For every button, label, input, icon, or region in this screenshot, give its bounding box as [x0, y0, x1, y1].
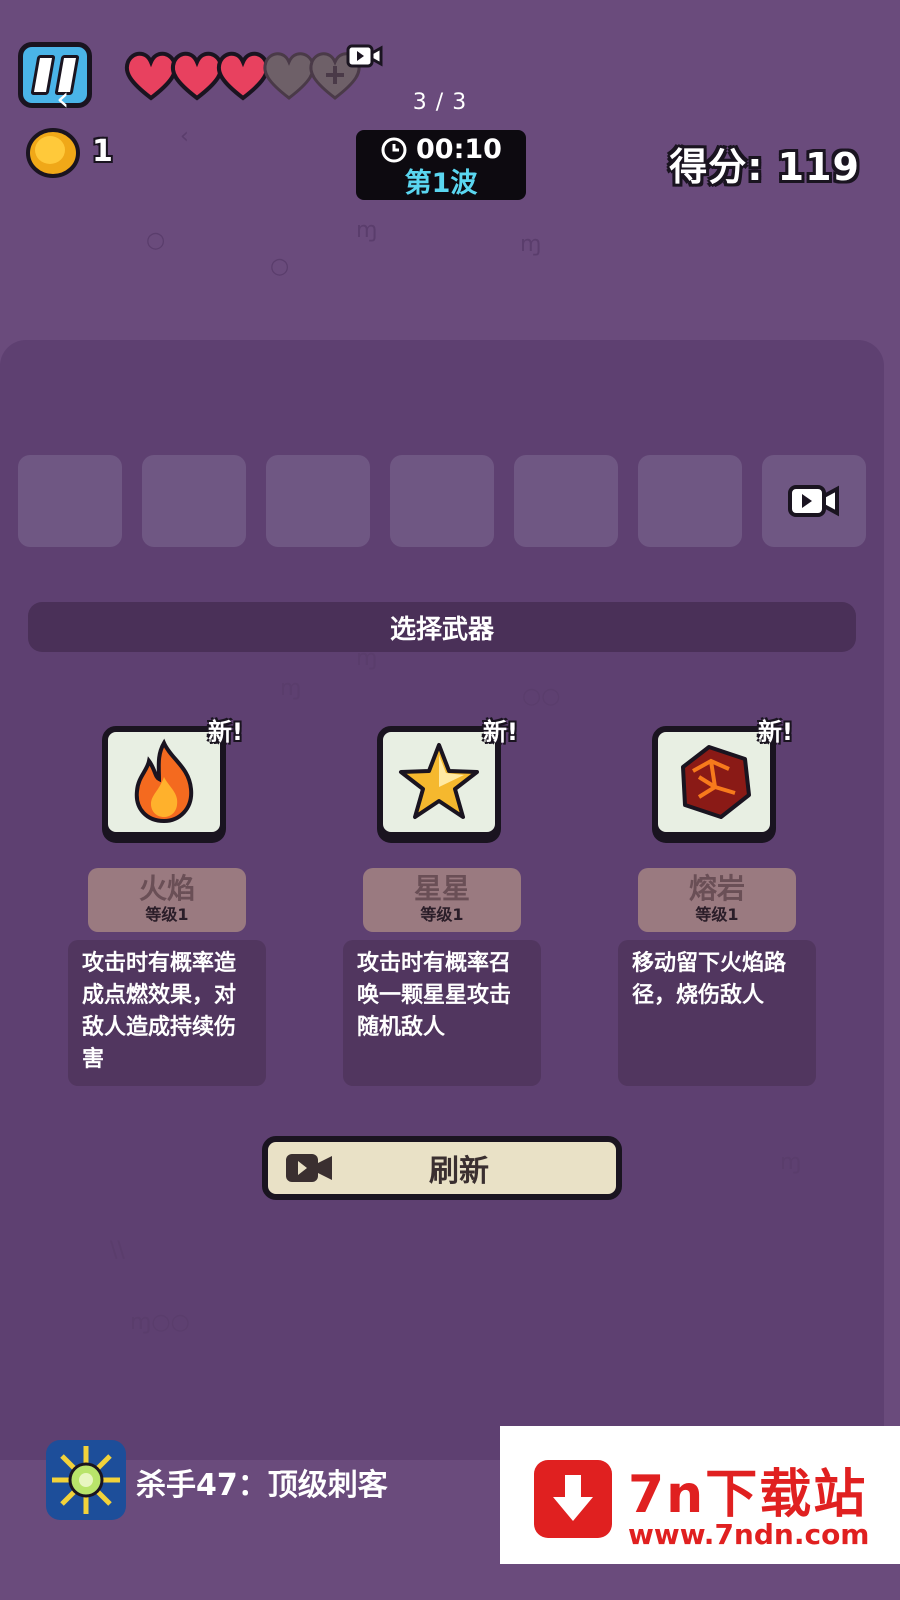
inventory-slot[interactable] [514, 455, 618, 547]
lava-rock-icon [681, 745, 751, 819]
pause-icon [30, 55, 80, 95]
ground-doodle: ɱ○○ [130, 1310, 190, 1335]
ground-doodle: ɱ [356, 646, 378, 671]
app-info-bar: 杀手47：顶级刺客 [0, 1428, 500, 1538]
inventory-slot[interactable] [142, 455, 246, 547]
coin-count: 1 [92, 134, 113, 169]
clock-icon [381, 137, 407, 162]
ground-doodle: ɱ [520, 232, 542, 257]
watermark-title: 7n下载站 [628, 1465, 868, 1525]
weapon-name: 火焰 [138, 872, 195, 905]
page-counter: 3 / 3 [412, 90, 468, 115]
star-icon [399, 743, 479, 819]
ground-doodle: ○ [146, 228, 166, 253]
inventory-slot[interactable] [266, 455, 370, 547]
watermark-url: www.7ndn.com [628, 1518, 870, 1551]
weapon-description: 移动留下火焰路径，烧伤敌人 [618, 940, 816, 1086]
inventory-slot[interactable] [18, 455, 122, 547]
video-camera-icon [788, 485, 839, 517]
unlock-slot-ad-button[interactable] [762, 455, 866, 547]
inventory-slot[interactable] [390, 455, 494, 547]
wave-timer: 00:10 第1波 [356, 130, 526, 200]
ground-doodle: ○○ [522, 684, 561, 709]
weapon-level: 等级1 [695, 905, 739, 924]
ground-doodle: ‹ [180, 124, 189, 149]
new-badge: 新! [483, 718, 518, 746]
weapon-name-plate: 熔岩 等级1 [638, 868, 796, 932]
bottom-strip [0, 1538, 500, 1600]
wave-label: 第1波 [404, 168, 478, 199]
refresh-button[interactable]: 刷新 [262, 1136, 622, 1200]
weapon-level: 等级1 [420, 905, 464, 924]
weapon-description: 攻击时有概率造成点燃效果，对敌人造成持续伤害 [68, 940, 266, 1086]
watermark: 7n下载站 www.7ndn.com [500, 1426, 900, 1564]
weapon-name-plate: 火焰 等级1 [88, 868, 246, 932]
new-badge: 新! [758, 718, 793, 746]
weapon-name-plate: 星星 等级1 [363, 868, 521, 932]
weapon-name: 星星 [413, 872, 470, 905]
score-label: 得分: 119 [669, 145, 860, 189]
video-ad-icon[interactable] [346, 42, 384, 70]
ground-doodle: ɱ [780, 1150, 802, 1175]
inventory-slot[interactable] [638, 455, 742, 547]
ground-doodle: ɱ [280, 676, 302, 701]
app-icon[interactable] [46, 1440, 126, 1520]
app-title: 杀手47：顶级刺客 [136, 1468, 388, 1503]
weapon-description: 攻击时有概率召唤一颗星星攻击随机敌人 [343, 940, 541, 1086]
ground-doodle: \\ [110, 1238, 125, 1263]
coin-icon [26, 128, 80, 178]
refresh-label: 刷新 [429, 1154, 489, 1189]
fire-icon [134, 738, 194, 824]
ground-doodle: ɱ [356, 218, 378, 243]
download-icon [534, 1460, 612, 1538]
weapon-level: 等级1 [145, 905, 189, 924]
choose-weapon-title: 选择武器 [28, 602, 856, 652]
video-camera-icon [286, 1154, 332, 1182]
new-badge: 新! [208, 718, 243, 746]
weapon-name: 熔岩 [688, 872, 745, 905]
ground-doodle: ○ [270, 254, 290, 279]
